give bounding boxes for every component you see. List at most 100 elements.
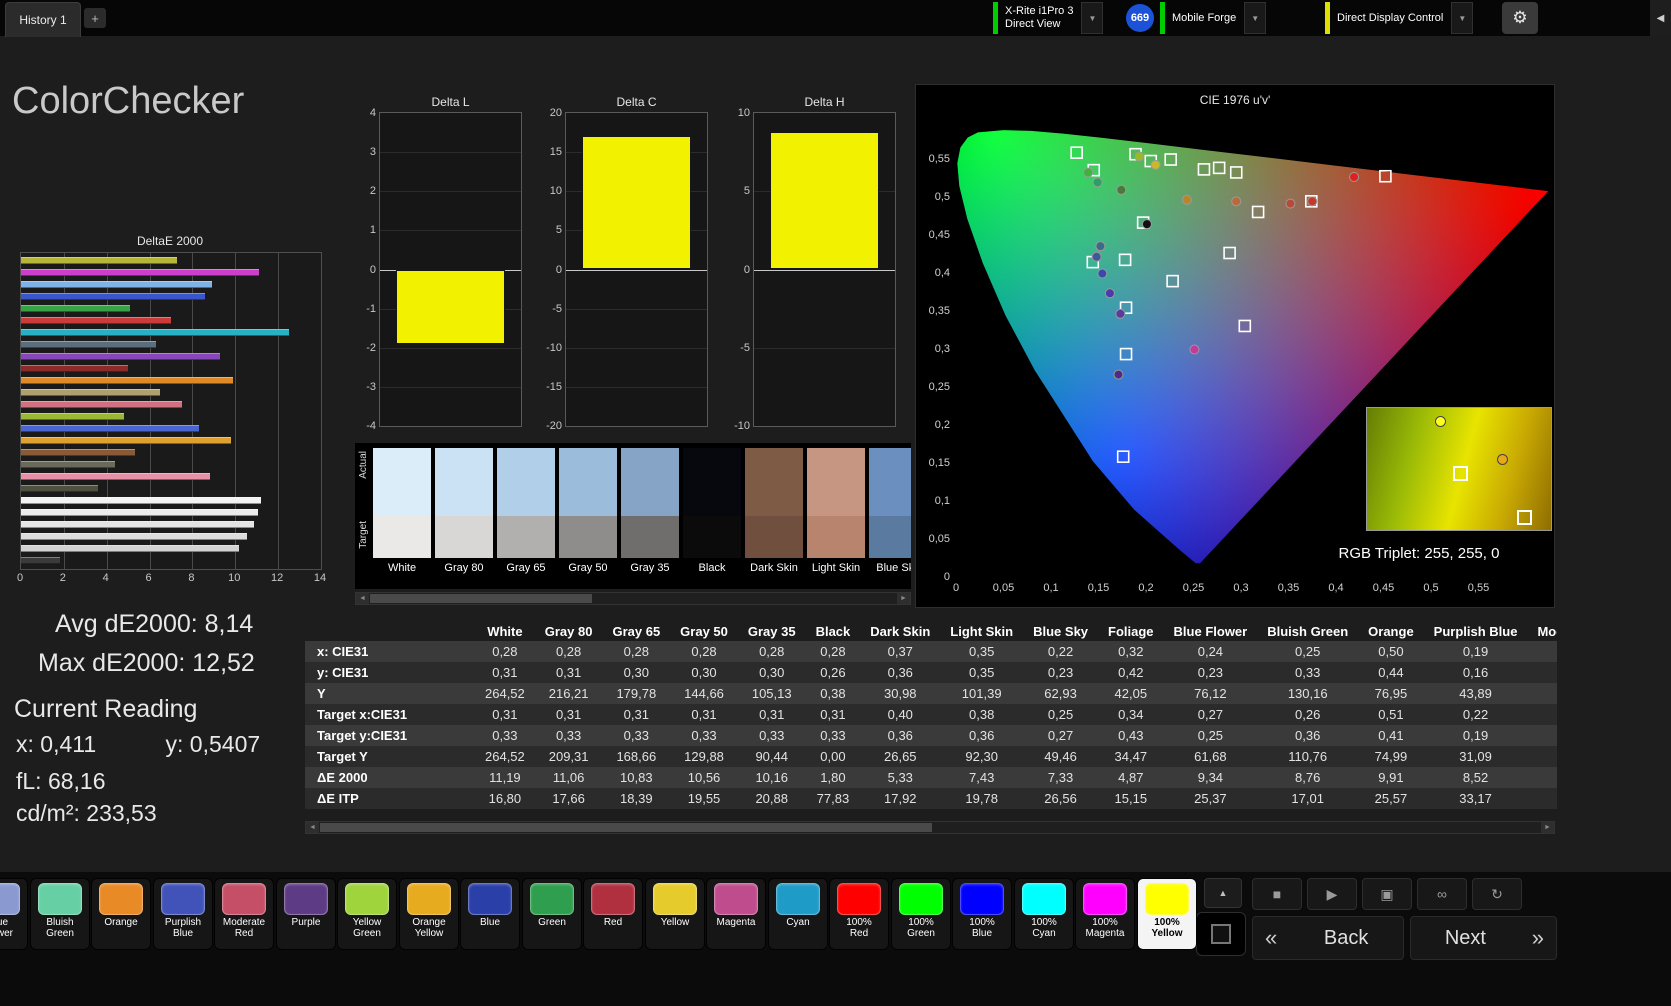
pattern-button-orange-yellow[interactable]: Orange Yellow [399,878,459,950]
deltae-bar [21,485,99,492]
play-button[interactable]: ▶ [1307,878,1357,910]
tab-history-1[interactable]: History 1 [5,2,81,37]
svg-text:0,1: 0,1 [1043,582,1058,594]
scroll-right-icon[interactable]: ► [897,593,910,604]
deltae-bar [21,557,60,564]
table-cell: 0,32 [1118,644,1144,659]
patch-label: Gray 80 [444,562,484,574]
zero-line [754,269,895,271]
pattern-button-yellow-green[interactable]: Yellow Green [337,878,397,950]
table-cell: 0,16 [1462,665,1489,680]
pattern-button-cyan[interactable]: Cyan [768,878,828,950]
y-axis-tick-label: 1 [369,224,376,237]
svg-text:0,35: 0,35 [929,305,950,317]
column-header: Bluish Green [1267,624,1349,639]
pattern-swatch [407,883,451,915]
table-cell: 11,19 [489,770,521,785]
row-header: y: CIE31 [317,665,369,680]
deltae-bar [21,341,156,348]
pattern-button-100pct-green[interactable]: 100% Green [891,878,951,950]
patch-label: Blue Sky [876,562,911,574]
back-button[interactable]: « Back [1252,916,1404,960]
column-header: Gray 65 [612,624,661,639]
table-cell: 0,33 [623,728,649,743]
continuous-button[interactable]: ∞ [1417,878,1467,910]
scroll-left-icon[interactable]: ◄ [356,593,369,604]
strip-patch: Dark Skin [745,448,803,574]
x-axis-tick-label: 4 [102,572,109,584]
pattern-button-100pct-yellow[interactable]: 100% Yellow [1137,878,1197,950]
pattern-label: 100% Magenta [1085,917,1125,939]
pattern-button-green[interactable]: Green [522,878,582,950]
meter-name: X-Rite i1Pro 3 Direct View [1005,5,1074,30]
table-cell: 0,36 [1295,728,1321,743]
cie-measured-point [1116,184,1127,195]
table-cell: 26,56 [1044,791,1077,806]
row-header: Y [317,686,326,701]
source-selector[interactable]: Mobile Forge ▼ [1160,2,1267,34]
pattern-label: Purplish Blue [164,917,202,939]
pattern-button-yellow[interactable]: Yellow [645,878,705,950]
table-scrollbar[interactable]: ◄ ► [305,821,1555,834]
table-cell: 0,27 [1047,728,1074,743]
pattern-button-100pct-blue[interactable]: 100% Blue [952,878,1012,950]
table-cell: 144,66 [684,686,724,701]
pattern-button-100pct-red[interactable]: 100% Red [829,878,889,950]
pattern-window-button[interactable] [1196,912,1246,956]
scroll-left-icon[interactable]: ◄ [306,822,319,833]
cie-measured-point [1097,268,1108,279]
pattern-button-purple[interactable]: Purple [276,878,336,950]
swatch-strip-scrollbar[interactable]: ◄ ► [355,592,911,605]
pattern-button-magenta[interactable]: Magenta [706,878,766,950]
pattern-swatch [899,883,943,915]
y-axis-tick-label: -3 [366,380,376,393]
gridline [566,308,707,310]
meter-selector[interactable]: X-Rite i1Pro 3 Direct View ▼ [993,2,1104,34]
chevron-right-icon: » [1531,925,1544,950]
y-axis-tick-label: 0 [555,263,562,276]
back-button-label: Back [1323,926,1369,949]
actual-swatch [621,448,679,516]
top-bar: History 1 + X-Rite i1Pro 3 Direct View ▼… [0,0,1671,37]
scrollbar-thumb[interactable] [370,594,592,603]
collapse-panel-icon[interactable]: ◀ [1650,0,1671,36]
chevron-down-icon[interactable]: ▼ [1244,2,1267,34]
display-control-selector[interactable]: Direct Display Control ▼ [1325,2,1474,34]
add-tab-button[interactable]: + [84,8,106,28]
collapse-up-icon[interactable]: ▲ [1204,878,1242,908]
table-cell: 0,00 [820,749,846,764]
pattern-button-purplish-blue[interactable]: Purplish Blue [153,878,213,950]
chevron-down-icon[interactable]: ▼ [1081,2,1104,34]
actual-row-label: Actual [358,451,369,479]
pattern-button-red[interactable]: Red [583,878,643,950]
scroll-right-icon[interactable]: ► [1541,822,1554,833]
chevron-down-icon[interactable]: ▼ [1451,2,1474,34]
pattern-button-blue[interactable]: Blue [460,878,520,950]
pattern-button-orange[interactable]: Orange [91,878,151,950]
scrollbar-thumb[interactable] [320,823,932,832]
pattern-button-100pct-magenta[interactable]: 100% Magenta [1075,878,1135,950]
actual-swatch [559,448,617,516]
table-row: Target x:CIE31 0,31 0,31 0,31 0,31 0,31 0,31 0,… [305,704,1557,725]
deltae-bar [21,401,182,408]
pattern-button-bluish-green[interactable]: Bluish Green [30,878,90,950]
stop-button[interactable]: ■ [1252,878,1302,910]
capture-button[interactable]: ▣ [1362,878,1412,910]
gridline [754,347,895,349]
gear-icon[interactable]: ⚙ [1502,2,1538,34]
pattern-swatch [345,883,389,915]
column-header: Foliage [1108,624,1154,639]
table-cell: 0,28 [759,644,785,659]
row-header: Target Y [317,749,368,764]
pattern-button-moderate-red[interactable]: Moderate Red [214,878,274,950]
cie-measured-point [1141,219,1152,230]
refresh-button[interactable]: ↻ [1472,878,1522,910]
deltae-chart-title: DeltaE 2000 [136,234,204,248]
table-cell: 110,76 [1288,749,1328,764]
delta-h-title: Delta H [804,95,845,109]
pattern-button-100pct-cyan[interactable]: 100% Cyan [1014,878,1074,950]
y-axis-tick-label: 4 [369,107,376,119]
pattern-button-blue-flower[interactable]: BlueFlower [0,878,28,950]
svg-text:0,55: 0,55 [1468,582,1489,594]
next-button[interactable]: Next » [1410,916,1557,960]
